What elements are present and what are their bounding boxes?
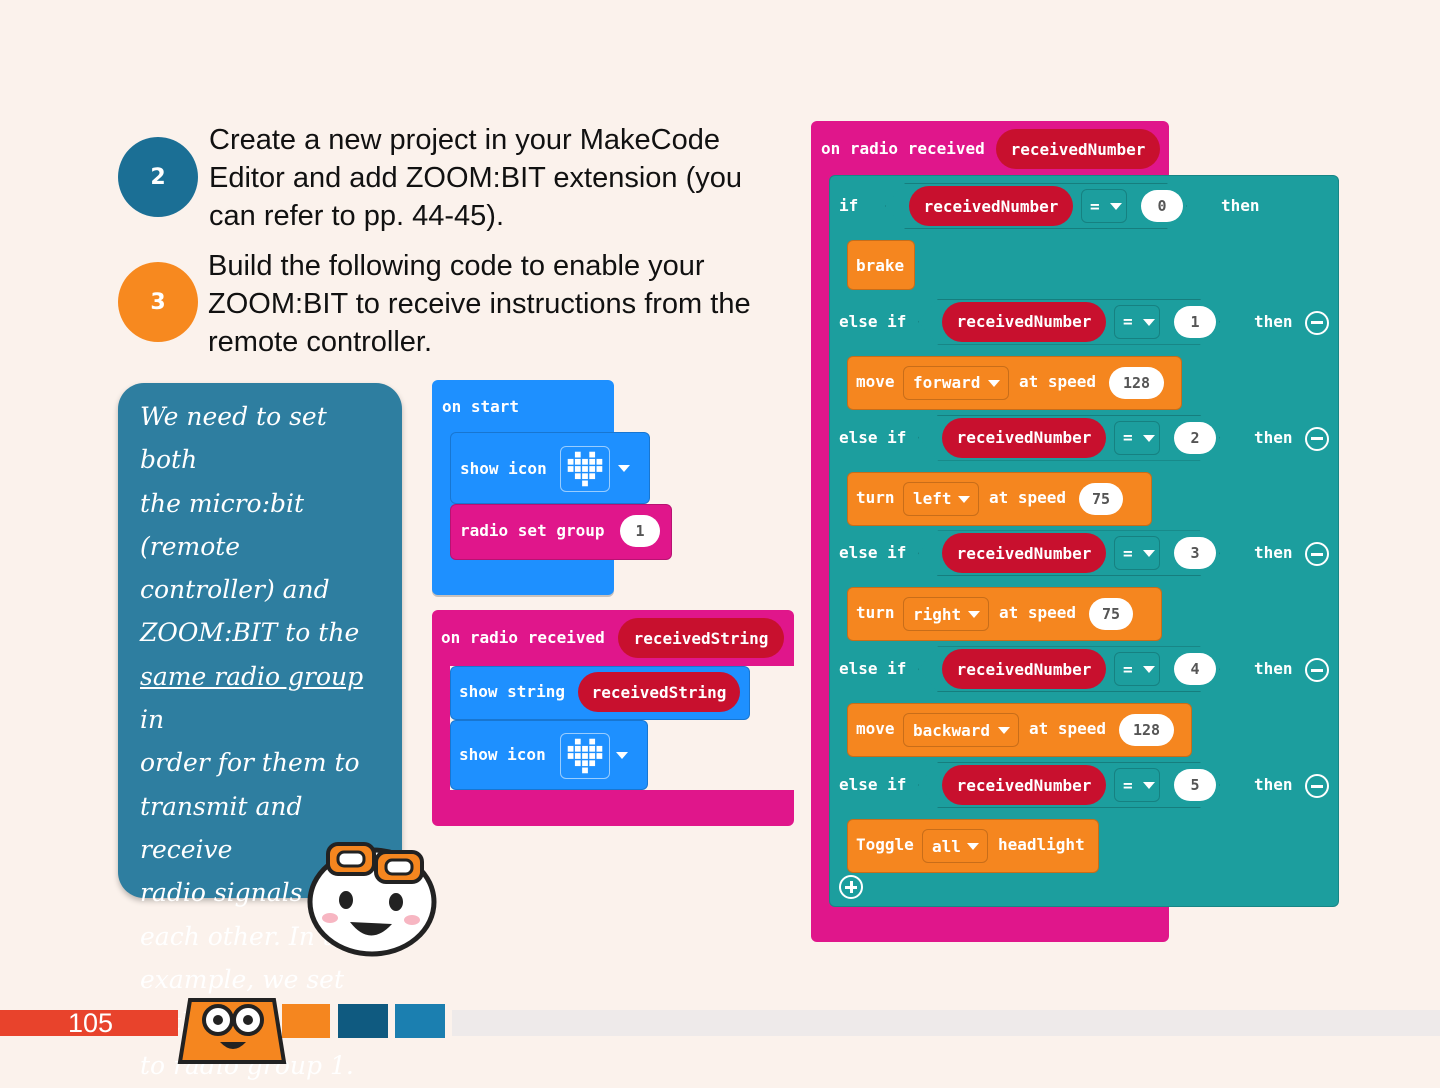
- step-3-badge: 3: [118, 262, 198, 342]
- compare-value-input[interactable]: 1: [1174, 305, 1216, 338]
- compare-value-input[interactable]: 0: [1141, 190, 1183, 222]
- then-label: then: [1254, 311, 1293, 331]
- chevron-down-icon[interactable]: [1143, 666, 1155, 674]
- group-value-input[interactable]: 1: [620, 515, 660, 547]
- toggle-label: Toggle: [856, 835, 914, 854]
- received-number-variable[interactable]: receivedNumber: [909, 186, 1073, 226]
- footer-blue: [395, 1004, 445, 1038]
- show-icon-label-2: show icon: [459, 745, 546, 764]
- remove-branch-icon[interactable]: [1305, 658, 1329, 683]
- then-label: then: [1221, 196, 1260, 215]
- branch-keyword: else if: [839, 311, 907, 331]
- compare-value-input[interactable]: 5: [1174, 769, 1216, 801]
- speed-label: at speed: [1029, 719, 1107, 739]
- underlined-phrase: same radio group: [140, 661, 364, 691]
- chevron-down-icon[interactable]: [988, 379, 1000, 387]
- speed-label: at speed: [999, 603, 1077, 623]
- speed-value-input[interactable]: 128: [1119, 714, 1174, 747]
- step-2-badge: 2: [118, 137, 198, 217]
- received-number-variable[interactable]: receivedNumber: [942, 765, 1106, 805]
- speed-label: at speed: [1019, 371, 1097, 391]
- show-string-label: show string: [459, 682, 565, 701]
- footer-light-orange: [282, 1004, 330, 1038]
- footer-grey-bar: [452, 1010, 1440, 1036]
- compare-value-input[interactable]: 3: [1174, 537, 1216, 570]
- chevron-down-icon[interactable]: [998, 727, 1010, 735]
- chevron-down-icon[interactable]: [1143, 782, 1155, 789]
- footer-dark-blue: [338, 1004, 388, 1038]
- received-number-variable[interactable]: receivedNumber: [942, 649, 1106, 690]
- chevron-down-icon[interactable]: [968, 611, 980, 619]
- on-start-label: on start: [442, 397, 520, 416]
- step-2-text: Create a new project in your MakeCode Ed…: [209, 124, 743, 232]
- branch-keyword: if: [839, 196, 859, 215]
- heart-led-icon-2[interactable]: [560, 733, 610, 779]
- branch-keyword: else if: [839, 543, 907, 563]
- robot-mascot-icon: [177, 998, 287, 1064]
- compare-value-input[interactable]: 2: [1174, 421, 1216, 454]
- page-number: 105: [68, 1008, 114, 1038]
- compare-value-input[interactable]: 4: [1174, 653, 1216, 686]
- received-number-variable[interactable]: receivedNumber: [942, 417, 1106, 458]
- branch-keyword: else if: [839, 659, 907, 679]
- then-label: then: [1254, 427, 1293, 447]
- speed-value-input[interactable]: 75: [1089, 598, 1133, 631]
- then-label: then: [1254, 659, 1293, 679]
- received-string-param[interactable]: receivedString: [618, 618, 784, 658]
- step-3-text: Build the following code to enable your …: [208, 250, 751, 358]
- remove-branch-icon[interactable]: [1305, 310, 1329, 335]
- received-number-param[interactable]: receivedNumber: [996, 129, 1160, 169]
- radio-set-group-label: radio set group: [460, 521, 605, 540]
- show-string-value[interactable]: receivedString: [578, 672, 740, 712]
- chevron-down-icon[interactable]: [1143, 550, 1155, 558]
- turn-label: turn: [856, 603, 895, 623]
- remove-branch-icon[interactable]: [1305, 426, 1329, 451]
- received-number-variable[interactable]: receivedNumber: [942, 301, 1106, 342]
- chevron-down-icon[interactable]: [967, 843, 979, 850]
- mascot-face-icon: [307, 842, 437, 957]
- add-branch-icon[interactable]: [839, 875, 863, 899]
- tip-note-box: We need to set both the micro:bit (remot…: [118, 383, 402, 1080]
- speed-value-input[interactable]: 75: [1079, 482, 1123, 515]
- chevron-down-icon[interactable]: [618, 465, 630, 472]
- speed-value-input[interactable]: 128: [1109, 366, 1164, 399]
- tip-note-text: We need to set both the micro:bit (remot…: [140, 402, 371, 1081]
- chevron-down-icon[interactable]: [1143, 318, 1155, 326]
- then-label: then: [1254, 775, 1293, 794]
- speed-label: at speed: [989, 487, 1067, 507]
- received-number-variable[interactable]: receivedNumber: [942, 533, 1106, 574]
- chevron-down-icon[interactable]: [1143, 434, 1155, 442]
- then-label: then: [1254, 543, 1293, 563]
- chevron-down-icon-2[interactable]: [616, 752, 628, 759]
- speed-label: headlight: [998, 835, 1085, 854]
- move-label: move: [856, 371, 895, 391]
- chevron-down-icon[interactable]: [958, 495, 970, 503]
- heart-led-icon[interactable]: [560, 446, 610, 492]
- show-icon-label: show icon: [460, 459, 547, 478]
- brake-label: brake: [856, 256, 905, 275]
- chevron-down-icon[interactable]: [1110, 203, 1122, 210]
- on-radio-received-number-label: on radio received: [821, 139, 985, 158]
- event-side-bar: [432, 666, 450, 790]
- turn-label: turn: [856, 487, 895, 507]
- on-radio-received-string-label: on radio received: [441, 628, 605, 647]
- remove-branch-icon[interactable]: [1305, 774, 1329, 798]
- move-label: move: [856, 719, 895, 739]
- branch-keyword: else if: [839, 427, 907, 447]
- branch-keyword: else if: [839, 775, 907, 794]
